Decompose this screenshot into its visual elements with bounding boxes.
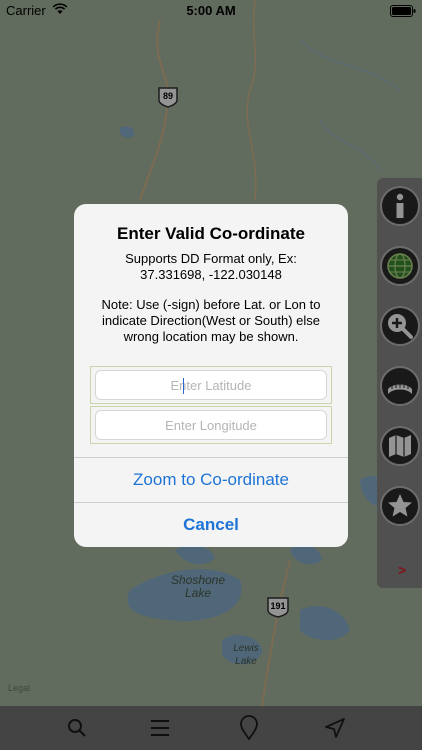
longitude-input[interactable] <box>95 410 327 440</box>
text-cursor <box>183 378 184 394</box>
cancel-button[interactable]: Cancel <box>74 503 348 547</box>
latitude-field-container <box>90 366 332 404</box>
dialog-title: Enter Valid Co-ordinate <box>117 224 305 243</box>
longitude-field-container <box>90 406 332 444</box>
dialog-note-message: Note: Use (-sign) before Lat. or Lon to … <box>101 297 321 344</box>
dialog-format-message: Supports DD Format only, Ex: 37.331698, … <box>125 251 297 282</box>
coordinate-dialog: Enter Valid Co-ordinate Supports DD Form… <box>74 204 348 547</box>
latitude-input[interactable] <box>95 370 327 400</box>
zoom-to-coordinate-button[interactable]: Zoom to Co-ordinate <box>74 458 348 502</box>
